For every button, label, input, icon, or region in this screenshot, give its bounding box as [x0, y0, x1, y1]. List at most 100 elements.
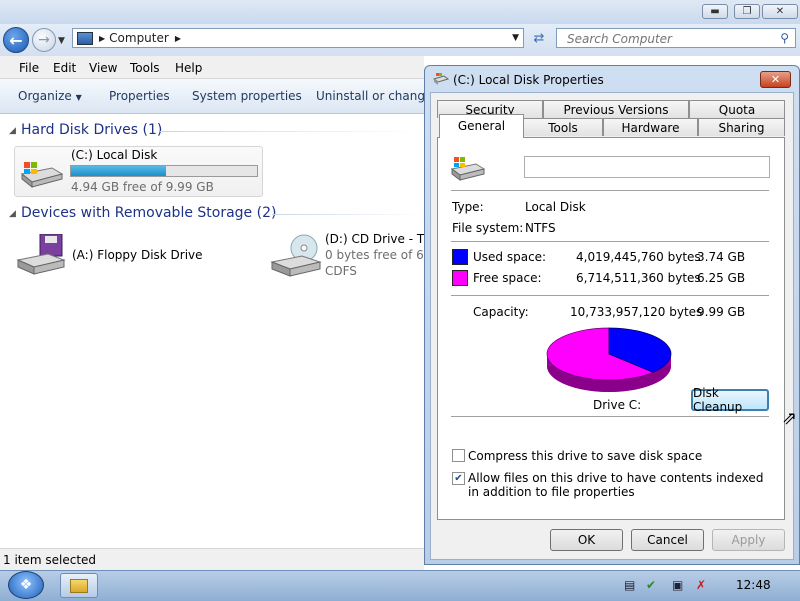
cd-drive-free-space: 0 bytes free of 699 [325, 248, 440, 262]
breadcrumb-computer[interactable]: Computer [109, 31, 169, 45]
search-icon[interactable]: ⚲ [780, 31, 789, 45]
address-bar[interactable]: ▶ Computer ▶ ▼ [72, 28, 524, 48]
taskbar-clock[interactable]: 12:48 [736, 578, 771, 592]
drive-c-usage-fill [71, 166, 166, 176]
capacity-gb: 9.99 GB [697, 305, 746, 319]
address-dropdown-icon[interactable]: ▼ [512, 33, 519, 43]
floppy-drive-name[interactable]: (A:) Floppy Disk Drive [72, 248, 203, 262]
group-header-removable[interactable]: Devices with Removable Storage (2) [21, 205, 276, 221]
type-label: Type: [452, 200, 484, 214]
breadcrumb-arrow-icon[interactable]: ▶ [175, 34, 181, 43]
restore-icon: ❐ [742, 6, 752, 17]
used-space-label: Used space: [473, 250, 547, 264]
file-system-label: File system: [452, 221, 524, 235]
divider [451, 241, 769, 242]
compress-checkbox[interactable] [452, 449, 465, 462]
apply-button[interactable]: Apply [712, 529, 785, 551]
taskbar-explorer-button[interactable] [60, 573, 98, 598]
minimize-icon: ▬ [710, 6, 720, 17]
menu-file[interactable]: File [19, 61, 39, 75]
tab-general[interactable]: General [439, 114, 524, 138]
search-input[interactable] [565, 30, 774, 48]
dialog-close-button[interactable]: ✕ [760, 71, 791, 88]
volume-name-field[interactable] [524, 156, 770, 178]
action-center-icon[interactable]: ▤ [624, 578, 635, 592]
back-button[interactable]: ← [3, 27, 29, 53]
tab-sharing[interactable]: Sharing [698, 118, 785, 136]
disk-usage-pie [545, 324, 673, 394]
organize-button[interactable]: Organize ▼ [18, 89, 82, 103]
ok-button[interactable]: OK [550, 529, 623, 551]
menu-edit[interactable]: Edit [53, 61, 76, 75]
close-icon: ✕ [770, 73, 781, 86]
refresh-button[interactable]: ⇄ [528, 28, 550, 48]
file-system-value: NTFS [525, 221, 556, 235]
divider [451, 295, 769, 296]
window-titlebar [0, 0, 800, 24]
dialog-title: (C:) Local Disk Properties [453, 73, 604, 87]
group-divider [272, 214, 420, 215]
collapse-group-icon[interactable]: ◢ [9, 126, 16, 136]
index-label[interactable]: Allow files on this drive to have conten… [468, 471, 768, 499]
hard-drive-icon [18, 160, 64, 189]
minimize-button[interactable]: ▬ [702, 4, 728, 19]
maximize-button[interactable]: ❐ [734, 4, 760, 19]
group-header-hard-disks[interactable]: Hard Disk Drives (1) [21, 122, 162, 138]
drive-c-name: (C:) Local Disk [71, 148, 158, 162]
drive-icon [432, 72, 450, 86]
free-space-label: Free space: [473, 271, 542, 285]
menu-view[interactable]: View [89, 61, 117, 75]
window-close-button[interactable]: ✕ [762, 4, 798, 19]
drive-c-free-space: 4.94 GB free of 9.99 GB [71, 180, 214, 194]
tab-hardware[interactable]: Hardware [603, 118, 698, 136]
chevron-down-icon: ▼ [75, 93, 82, 102]
hard-drive-icon [450, 156, 486, 182]
drive-label: Drive C: [593, 398, 642, 412]
collapse-group-icon[interactable]: ◢ [9, 209, 16, 219]
computer-icon [77, 31, 93, 45]
free-space-gb: 6.25 GB [697, 271, 746, 285]
group-divider [160, 131, 420, 132]
search-box[interactable]: ⚲ [556, 28, 796, 48]
breadcrumb-arrow-icon[interactable]: ▶ [99, 34, 105, 43]
folder-icon [70, 578, 88, 593]
divider [451, 190, 769, 191]
uninstall-program-button[interactable]: Uninstall or change [316, 89, 432, 103]
tab-previous-versions[interactable]: Previous Versions [543, 100, 689, 118]
security-icon[interactable]: ✔ [646, 578, 656, 592]
index-checkbox[interactable]: ✔ [452, 472, 465, 485]
volume-muted-icon[interactable]: ✗ [696, 578, 706, 592]
cancel-button[interactable]: Cancel [631, 529, 704, 551]
menu-help[interactable]: Help [175, 61, 202, 75]
organize-label: Organize [18, 89, 72, 103]
used-space-gb: 3.74 GB [697, 250, 746, 264]
start-button[interactable]: ❖ [8, 571, 44, 599]
disk-cleanup-button[interactable]: Disk Cleanup [691, 386, 769, 414]
close-icon: ✕ [775, 6, 785, 17]
floppy-drive-icon[interactable] [16, 233, 66, 276]
properties-button[interactable]: Properties [109, 89, 170, 103]
refresh-icon: ⇄ [533, 30, 545, 46]
forward-arrow-icon: → [38, 32, 50, 48]
windows-logo-icon: ❖ [19, 577, 33, 593]
divider [451, 416, 769, 417]
network-icon[interactable]: ▣ [672, 578, 683, 592]
tab-tools[interactable]: Tools [523, 118, 603, 136]
used-space-bytes: 4,019,445,760 bytes [576, 250, 701, 264]
menu-tools[interactable]: Tools [130, 61, 160, 75]
cd-drive-filesystem: CDFS [325, 264, 357, 278]
tab-quota[interactable]: Quota [689, 100, 785, 118]
type-value: Local Disk [525, 200, 586, 214]
capacity-bytes: 10,733,957,120 bytes [570, 305, 703, 319]
cd-drive-icon[interactable] [270, 234, 322, 278]
recent-pages-dropdown[interactable]: ▼ [58, 36, 65, 46]
capacity-label: Capacity: [473, 305, 529, 319]
forward-button[interactable]: → [32, 28, 56, 52]
status-text: 1 item selected [3, 553, 97, 567]
drive-c-usage-bar [70, 165, 258, 177]
system-properties-button[interactable]: System properties [192, 89, 302, 103]
back-arrow-icon: ← [9, 30, 23, 50]
mouse-cursor-icon: ⇗ [782, 408, 798, 429]
free-space-swatch [452, 270, 468, 286]
compress-label[interactable]: Compress this drive to save disk space [468, 449, 702, 463]
